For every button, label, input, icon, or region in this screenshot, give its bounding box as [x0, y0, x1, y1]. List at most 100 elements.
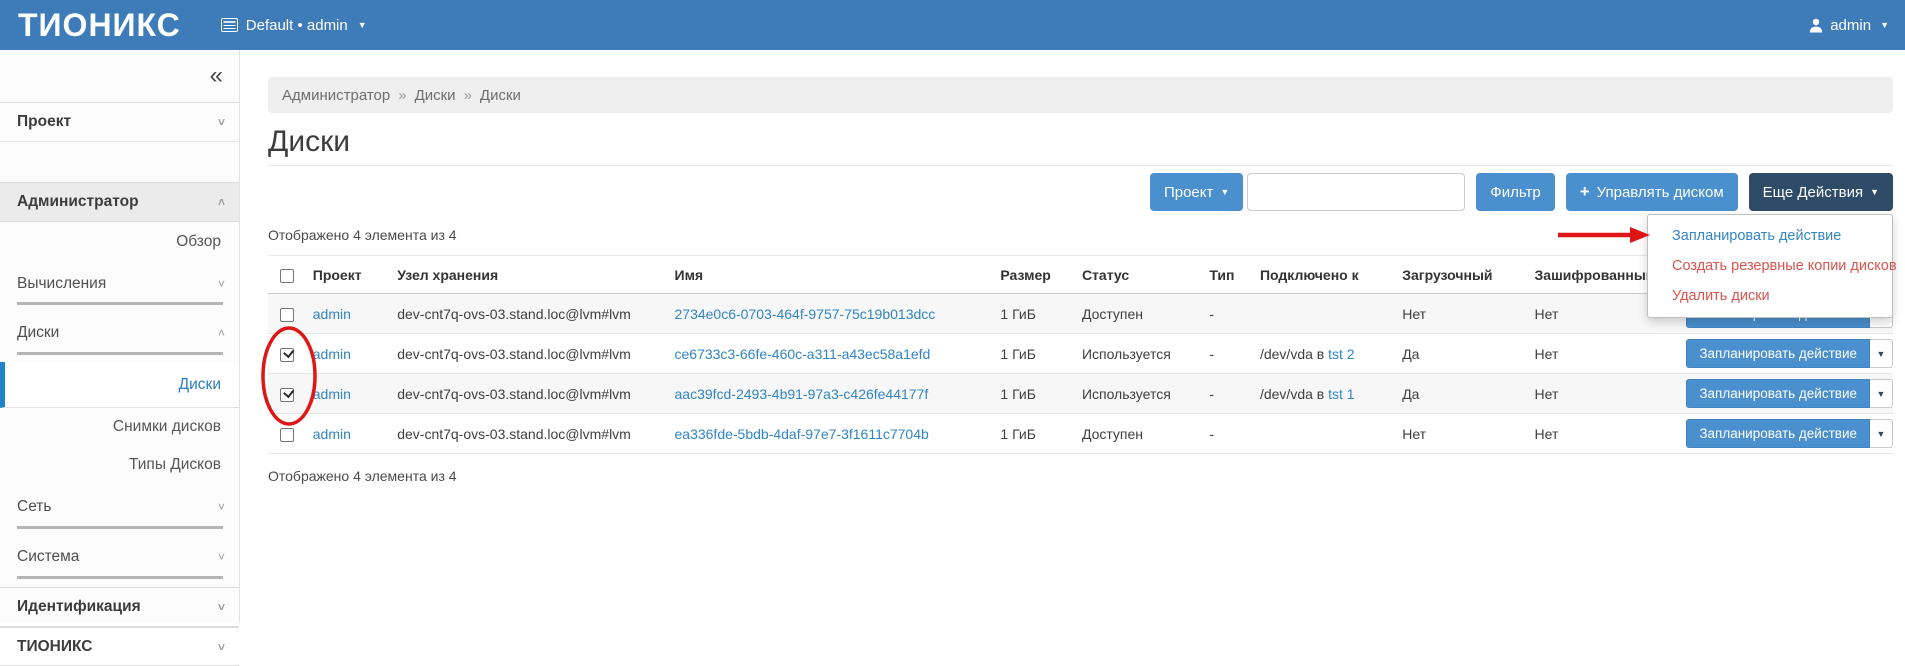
project-link[interactable]: admin [313, 306, 351, 322]
type-cell: - [1209, 414, 1260, 454]
disk-name-link[interactable]: aac39fcd-2493-4b91-97a3-c426fe44177f [675, 386, 929, 402]
sidebar-group-network[interactable]: Сеть ˅ [0, 487, 239, 527]
attached-text: /dev/vda в [1260, 386, 1328, 402]
attached-instance-link[interactable]: tst 2 [1328, 346, 1354, 362]
type-cell: - [1209, 334, 1260, 374]
size-cell: 1 ГиБ [1000, 374, 1082, 414]
project-link[interactable]: admin [313, 386, 351, 402]
shown-count-bottom: Отображено 4 элемента из 4 [268, 468, 1893, 484]
project-filter-label: Проект [1164, 184, 1213, 201]
sidebar-item-admin[interactable]: Администратор ˄ [0, 182, 239, 222]
sidebar-item-label: Снимки дисков [113, 418, 221, 436]
table-row: admin dev-cnt7q-ovs-03.stand.loc@lvm#lvm… [268, 414, 1893, 454]
attached-instance-link[interactable]: tst 1 [1328, 386, 1354, 402]
sidebar-group-compute[interactable]: Вычисления ˅ [0, 264, 239, 304]
encrypted-cell: Нет [1535, 334, 1661, 374]
main-content: Администратор » Диски » Диски Диски Прое… [240, 50, 1905, 623]
column-header-bootable[interactable]: Загрузочный [1402, 256, 1534, 294]
sidebar-item-disk-types[interactable]: Типы Дисков [0, 445, 239, 485]
breadcrumb-item-disks-page: Диски [480, 87, 521, 104]
host-cell: dev-cnt7q-ovs-03.stand.loc@lvm#lvm [397, 334, 674, 374]
column-header-project[interactable]: Проект [313, 256, 397, 294]
column-header-host[interactable]: Узел хранения [397, 256, 674, 294]
filter-button-label: Фильтр [1490, 184, 1540, 201]
brand-logo: ТИОНИКС [0, 7, 221, 44]
disk-name-link[interactable]: ea336fde-5bdb-4daf-97e7-3f1611c7704b [675, 426, 929, 442]
type-cell: - [1209, 294, 1260, 334]
menu-item-delete-disks[interactable]: Удалить диски [1648, 281, 1892, 311]
more-actions-menu: Запланировать действие Создать резервные… [1647, 214, 1893, 318]
sidebar-item-disk-snapshots[interactable]: Снимки дисков [0, 408, 239, 445]
disk-name-link[interactable]: 2734e0c6-0703-464f-9757-75c19b013dcc [675, 306, 936, 322]
row-action-caret[interactable]: ▼ [1870, 419, 1893, 448]
project-filter-dropdown[interactable]: Проект ▼ [1150, 173, 1243, 211]
sidebar-item-tionix[interactable]: ТИОНИКС ˅ [0, 627, 239, 666]
sidebar: « Проект ˅ Администратор ˄ Обзор Вычисле… [0, 50, 240, 623]
sidebar-group-system[interactable]: Система ˅ [0, 537, 239, 577]
select-all-checkbox[interactable] [280, 269, 294, 283]
sidebar-item-label: Диски [179, 376, 221, 394]
sidebar-group-disks[interactable]: Диски ˄ [0, 312, 239, 354]
column-header-status[interactable]: Статус [1082, 256, 1209, 294]
menu-item-schedule-action[interactable]: Запланировать действие [1648, 221, 1892, 251]
column-header-type[interactable]: Тип [1209, 256, 1260, 294]
status-cell: Доступен [1082, 294, 1209, 334]
status-cell: Используется [1082, 374, 1209, 414]
sidebar-collapse-button[interactable]: « [0, 50, 239, 102]
more-actions-label: Еще Действия [1763, 184, 1863, 201]
chevron-down-icon: ˅ [218, 277, 225, 291]
attached-to-cell [1260, 414, 1402, 454]
table-row: admin dev-cnt7q-ovs-03.stand.loc@lvm#lvm… [268, 374, 1893, 414]
breadcrumb-item-disks[interactable]: Диски [415, 87, 456, 104]
row-checkbox[interactable] [280, 428, 294, 442]
sidebar-item-label: Диски [17, 324, 59, 342]
sidebar-item-disks-active[interactable]: Диски [0, 362, 239, 408]
chevron-down-icon: ˅ [218, 500, 225, 514]
project-link[interactable]: admin [313, 426, 351, 442]
column-header-size[interactable]: Размер [1000, 256, 1082, 294]
breadcrumb-separator: » [398, 87, 406, 104]
project-link[interactable]: admin [313, 346, 351, 362]
manage-disk-button[interactable]: + Управлять диском [1566, 173, 1738, 211]
breadcrumb-separator: » [464, 87, 472, 104]
user-menu[interactable]: admin ▼ [1809, 17, 1905, 34]
more-actions-button[interactable]: Еще Действия ▼ [1749, 173, 1893, 211]
breadcrumb-item-admin[interactable]: Администратор [282, 87, 390, 104]
encrypted-cell: Нет [1535, 374, 1661, 414]
chevron-down-icon: ▼ [1880, 20, 1889, 30]
row-checkbox[interactable] [280, 388, 294, 402]
sidebar-item-overview[interactable]: Обзор [0, 222, 239, 262]
sidebar-group-divider [17, 302, 223, 305]
column-header-attached-to[interactable]: Подключено к [1260, 256, 1402, 294]
user-label: admin [1830, 17, 1871, 34]
chevron-down-icon: ˅ [218, 550, 225, 564]
column-header-name[interactable]: Имя [675, 256, 1001, 294]
sidebar-item-label: Сеть [17, 498, 51, 516]
attached-to-cell [1260, 294, 1402, 334]
filter-button[interactable]: Фильтр [1476, 173, 1554, 211]
type-cell: - [1209, 374, 1260, 414]
row-checkbox[interactable] [280, 308, 294, 322]
context-label: Default • admin [246, 17, 348, 34]
search-input[interactable] [1247, 173, 1465, 211]
menu-item-create-backups[interactable]: Создать резервные копии дисков [1648, 251, 1892, 281]
chevron-down-icon: ˅ [218, 600, 225, 614]
table-actions-toolbar: Проект ▼ Фильтр + Управлять диском Еще Д… [268, 173, 1893, 211]
sidebar-item-identity[interactable]: Идентификация ˅ [0, 587, 239, 627]
chevron-up-icon: ˄ [218, 195, 225, 209]
row-action-button[interactable]: Запланировать действие [1686, 339, 1870, 368]
attached-to-cell: /dev/vda в tst 2 [1260, 334, 1402, 374]
row-checkbox[interactable] [280, 348, 294, 362]
panel-icon [221, 18, 238, 32]
column-header-encrypted[interactable]: Зашифрованный [1535, 256, 1661, 294]
sidebar-item-label: Обзор [176, 233, 221, 251]
sidebar-item-project[interactable]: Проект ˅ [0, 102, 239, 142]
row-action-caret[interactable]: ▼ [1870, 379, 1893, 408]
row-action-button[interactable]: Запланировать действие [1686, 419, 1870, 448]
row-action-button[interactable]: Запланировать действие [1686, 379, 1870, 408]
disk-name-link[interactable]: ce6733c3-66fe-460c-a311-a43ec58a1efd [675, 346, 931, 362]
row-action-caret[interactable]: ▼ [1870, 339, 1893, 368]
domain-project-switcher[interactable]: Default • admin ▼ [221, 17, 367, 34]
sidebar-item-label: Типы Дисков [129, 456, 221, 474]
app-window: ТИОНИКС Default • admin ▼ admin ▼ « Прое… [0, 0, 1905, 623]
